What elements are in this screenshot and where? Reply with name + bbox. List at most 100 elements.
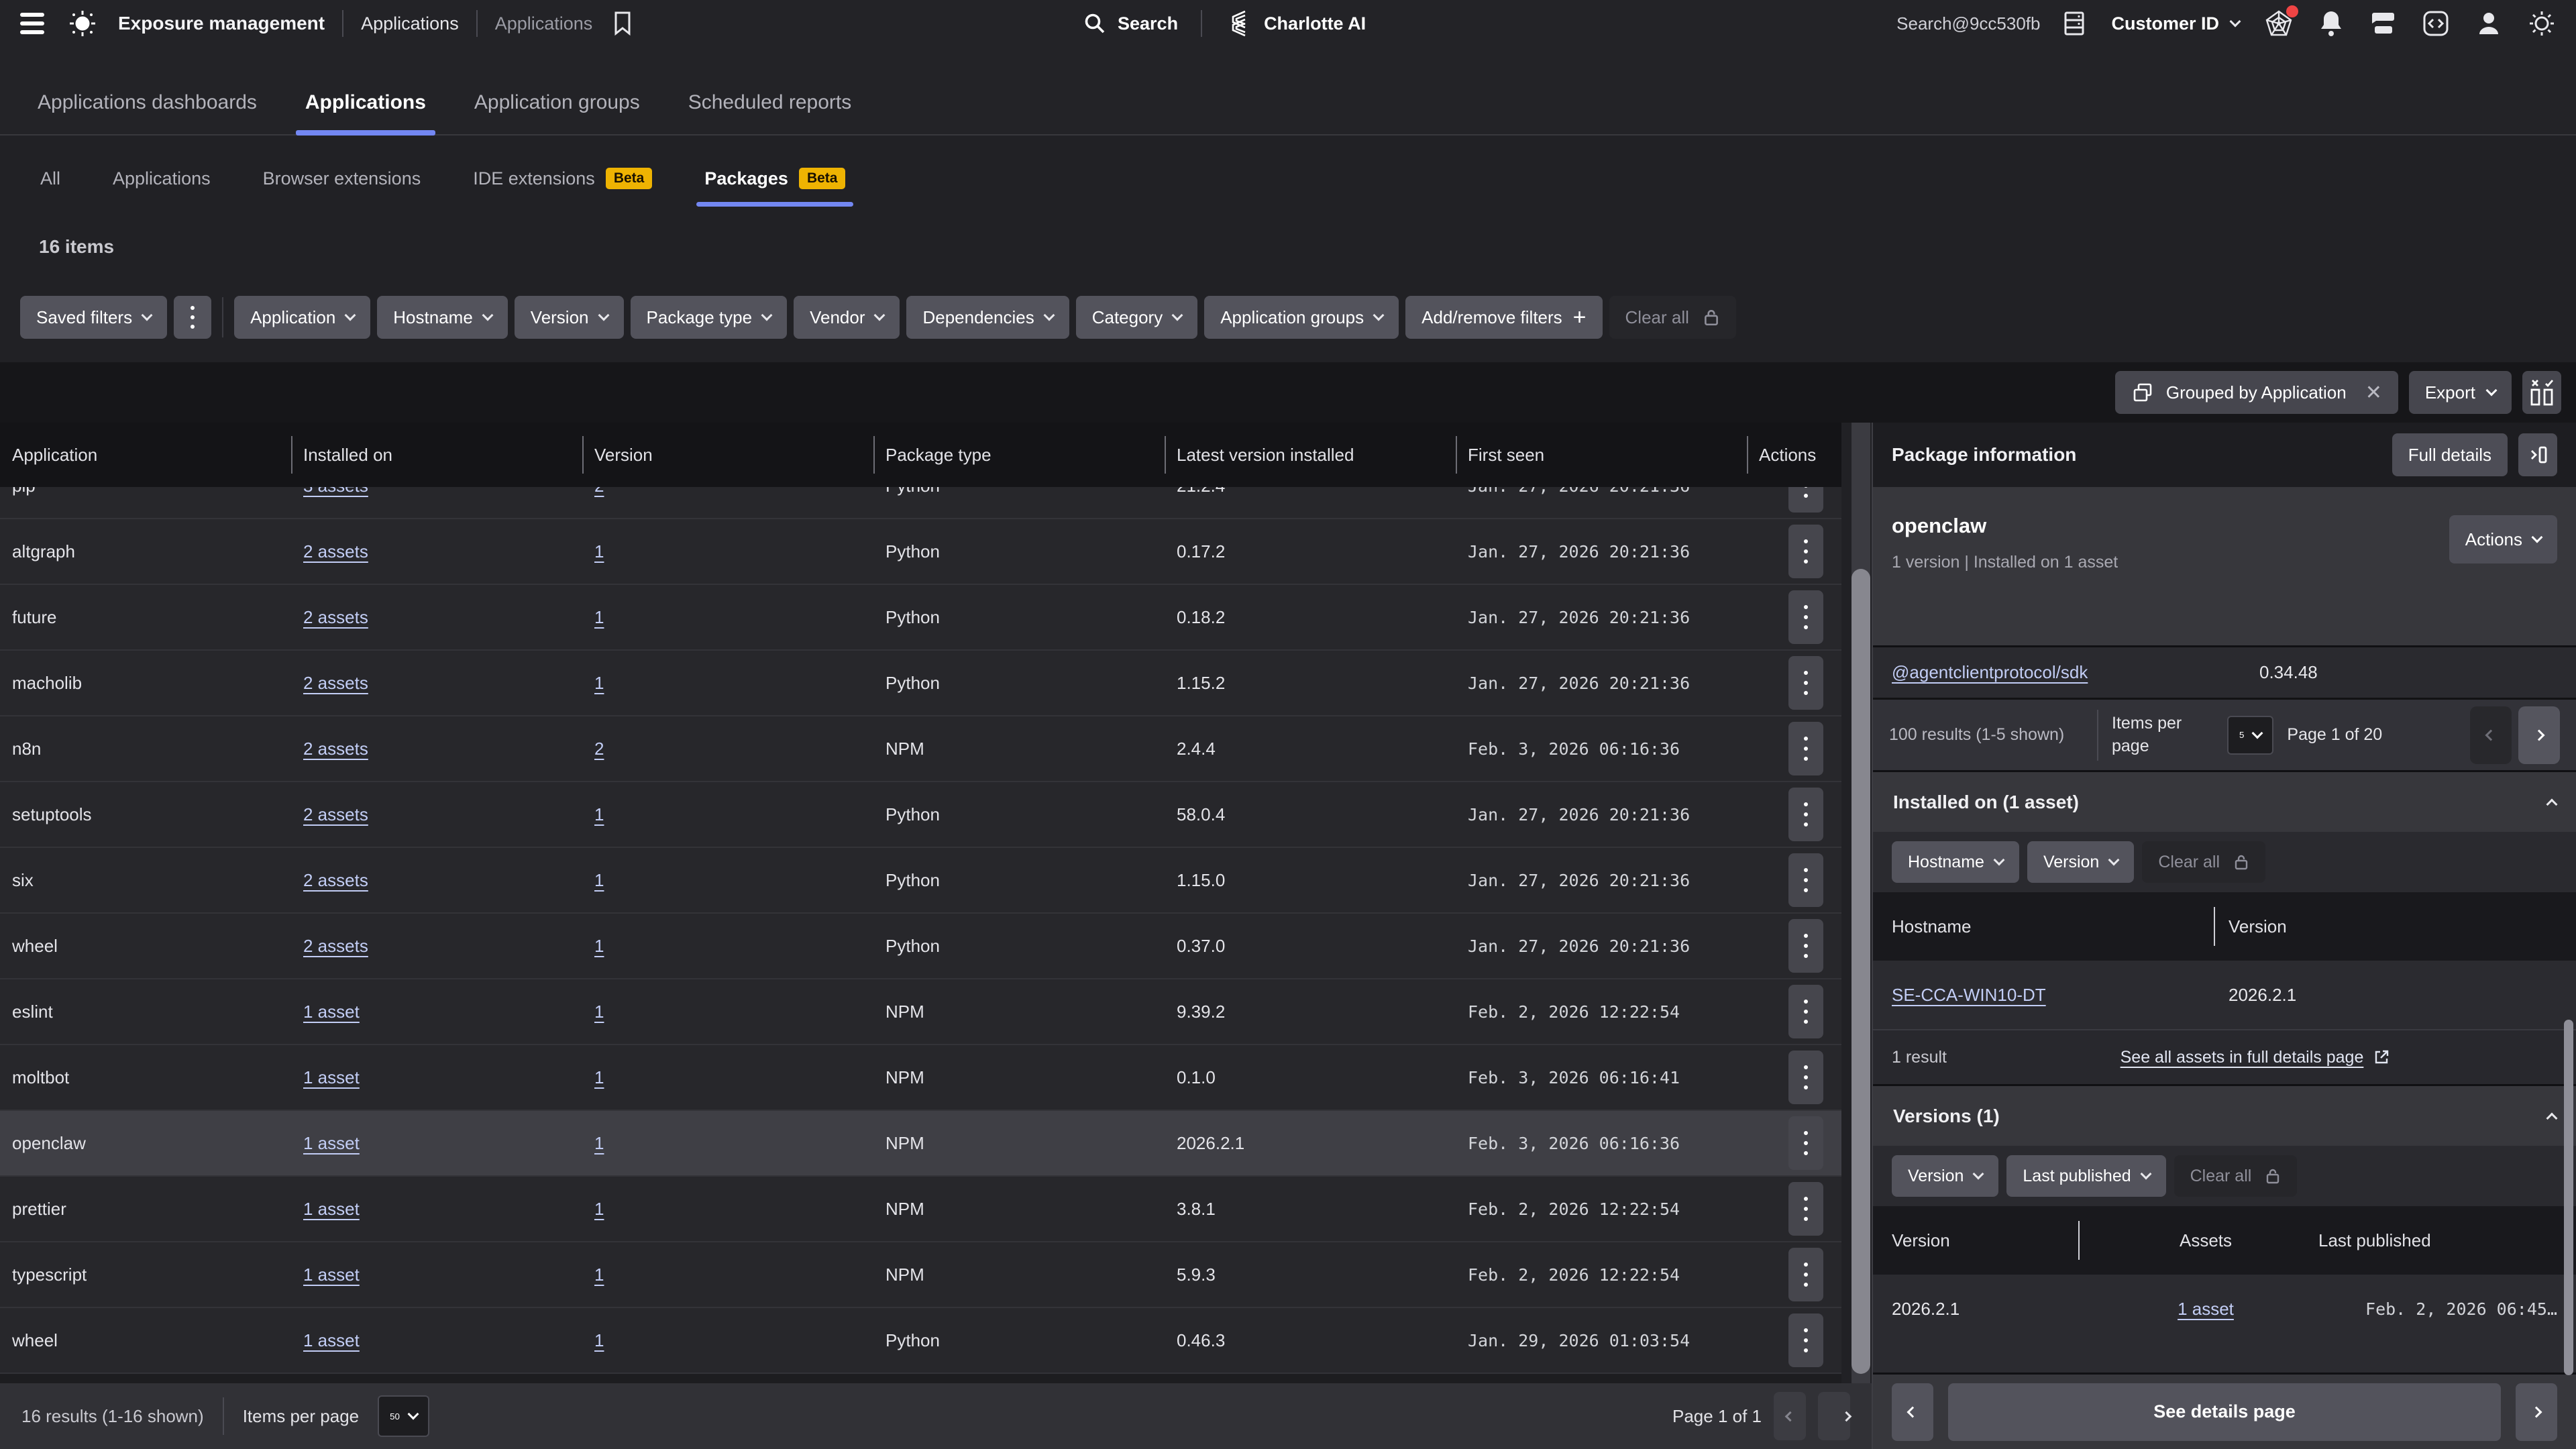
- panel-previous-page-button[interactable]: [2470, 706, 2512, 764]
- installed-on-link[interactable]: 1 asset: [303, 1265, 360, 1285]
- row-actions-menu[interactable]: [1788, 985, 1823, 1038]
- next-page-button[interactable]: [1818, 1392, 1850, 1440]
- installed-on-section-header[interactable]: Installed on (1 asset): [1873, 770, 2576, 832]
- installed-on-link[interactable]: 2 assets: [303, 739, 368, 759]
- table-scrollbar[interactable]: [1851, 423, 1870, 1383]
- column-header-version[interactable]: Version: [582, 445, 873, 466]
- panel-filter-version[interactable]: Version: [2027, 841, 2134, 883]
- version-link[interactable]: 1: [594, 1002, 604, 1022]
- assets-link[interactable]: 1 asset: [2178, 1299, 2234, 1319]
- table-row[interactable]: moltbot 1 asset 1 NPM 0.1.0 Feb. 3, 2026…: [0, 1045, 1841, 1111]
- version-link[interactable]: 1: [594, 541, 604, 561]
- row-actions-menu[interactable]: [1788, 853, 1823, 907]
- version-link[interactable]: 2: [594, 739, 604, 759]
- saved-filters-dropdown[interactable]: Saved filters: [20, 296, 167, 339]
- items-per-page-select[interactable]: 50: [378, 1395, 429, 1437]
- version-link[interactable]: 1: [594, 1199, 604, 1219]
- version-link[interactable]: 1: [594, 1265, 604, 1285]
- subtab-packages[interactable]: PackagesBeta: [704, 154, 845, 203]
- installed-on-link[interactable]: 2 assets: [303, 607, 368, 627]
- messages-icon[interactable]: [2367, 7, 2399, 40]
- installed-on-link[interactable]: 1 asset: [303, 1067, 360, 1087]
- subtab-all[interactable]: All: [40, 155, 60, 203]
- column-header-application[interactable]: Application: [0, 445, 291, 466]
- version-link[interactable]: 1: [594, 804, 604, 824]
- previous-item-button[interactable]: [1892, 1383, 1933, 1441]
- next-item-button[interactable]: [2516, 1383, 2557, 1441]
- row-actions-menu[interactable]: [1788, 590, 1823, 644]
- installed-on-link[interactable]: 1 asset: [303, 1133, 360, 1153]
- column-header-last-published[interactable]: Last published: [2318, 1230, 2557, 1251]
- panel-items-per-page-select[interactable]: 5: [2227, 716, 2273, 755]
- versions-section-header[interactable]: Versions (1): [1873, 1084, 2576, 1146]
- appliance-icon[interactable]: [2060, 7, 2088, 40]
- api-code-icon[interactable]: [2419, 7, 2453, 40]
- scrollbar-thumb[interactable]: [1851, 569, 1870, 1374]
- version-link[interactable]: 1: [594, 1133, 604, 1153]
- table-row[interactable]: wheel 1 asset 1 Python 0.46.3 Jan. 29, 2…: [0, 1308, 1841, 1374]
- panel-clear-all-button[interactable]: Clear all: [2174, 1155, 2298, 1197]
- filter-vendor[interactable]: Vendor: [794, 296, 900, 339]
- version-link[interactable]: 1: [594, 936, 604, 956]
- installed-on-link[interactable]: 1 asset: [303, 1330, 360, 1350]
- column-header-package-type[interactable]: Package type: [873, 445, 1165, 466]
- column-header-version[interactable]: Version: [1892, 1230, 2093, 1251]
- panel-clear-all-button[interactable]: Clear all: [2142, 841, 2265, 883]
- column-header-latest-version[interactable]: Latest version installed: [1165, 445, 1456, 466]
- dependency-row[interactable]: @agentclientprotocol/sdk 0.34.48: [1873, 645, 2576, 698]
- version-link[interactable]: 1: [594, 1067, 604, 1087]
- filter-package-type[interactable]: Package type: [631, 296, 788, 339]
- tab-scheduled-reports[interactable]: Scheduled reports: [688, 91, 852, 134]
- panel-filter-hostname[interactable]: Hostname: [1892, 841, 2019, 883]
- version-link[interactable]: 1: [594, 870, 604, 890]
- row-actions-menu[interactable]: [1788, 656, 1823, 710]
- filter-options-menu[interactable]: [174, 296, 211, 339]
- subtab-browser-extensions[interactable]: Browser extensions: [263, 155, 421, 203]
- table-row-selected[interactable]: openclaw 1 asset 1 NPM 2026.2.1 Feb. 3, …: [0, 1111, 1841, 1177]
- installed-on-link[interactable]: 2 assets: [303, 936, 368, 956]
- table-row[interactable]: typescript 1 asset 1 NPM 5.9.3 Feb. 2, 2…: [0, 1242, 1841, 1308]
- package-actions-dropdown[interactable]: Actions: [2449, 515, 2557, 564]
- menu-icon[interactable]: [17, 9, 47, 38]
- installed-on-link[interactable]: 2 assets: [303, 804, 368, 824]
- hostname-link[interactable]: SE-CCA-WIN10-DT: [1892, 985, 2046, 1005]
- export-button[interactable]: Export: [2409, 371, 2512, 414]
- add-remove-filters-button[interactable]: Add/remove filters+: [1405, 296, 1602, 339]
- charlotte-ai-button[interactable]: Charlotte AI: [1222, 6, 1368, 41]
- table-row[interactable]: six 2 assets 1 Python 1.15.0 Jan. 27, 20…: [0, 848, 1841, 914]
- column-header-version[interactable]: Version: [2229, 916, 2287, 937]
- tab-applications[interactable]: Applications: [305, 91, 426, 134]
- row-actions-menu[interactable]: [1788, 1182, 1823, 1236]
- collapse-section-icon[interactable]: [2546, 798, 2558, 810]
- see-details-page-button[interactable]: See details page: [1948, 1383, 2501, 1441]
- installed-on-link[interactable]: 2 assets: [303, 673, 368, 693]
- table-row[interactable]: eslint 1 asset 1 NPM 9.39.2 Feb. 2, 2026…: [0, 979, 1841, 1045]
- collapse-section-icon[interactable]: [2546, 1112, 2558, 1124]
- subtab-ide-extensions[interactable]: IDE extensionsBeta: [473, 154, 652, 203]
- row-actions-menu[interactable]: [1788, 788, 1823, 841]
- grouped-by-chip[interactable]: Grouped by Application ✕: [2115, 371, 2398, 414]
- panel-filter-version2[interactable]: Version: [1892, 1155, 1998, 1197]
- bookmark-icon[interactable]: [610, 8, 635, 39]
- table-row[interactable]: altgraph 2 assets 1 Python 0.17.2 Jan. 2…: [0, 519, 1841, 585]
- filter-version[interactable]: Version: [515, 296, 624, 339]
- see-all-assets-link[interactable]: See all assets in full details page: [2121, 1048, 2391, 1067]
- row-actions-menu[interactable]: [1788, 1313, 1823, 1367]
- installed-on-table-row[interactable]: SE-CCA-WIN10-DT 2026.2.1: [1873, 961, 2576, 1029]
- full-details-button[interactable]: Full details: [2392, 433, 2508, 476]
- row-actions-menu[interactable]: [1788, 1248, 1823, 1301]
- table-row[interactable]: wheel 2 assets 1 Python 0.37.0 Jan. 27, …: [0, 914, 1841, 979]
- version-link[interactable]: 2: [594, 487, 604, 496]
- column-header-assets[interactable]: Assets: [2093, 1230, 2318, 1251]
- clear-all-filters-button[interactable]: Clear all: [1609, 296, 1736, 339]
- filter-dependencies[interactable]: Dependencies: [906, 296, 1069, 339]
- search-button[interactable]: Search: [1080, 9, 1181, 38]
- collapse-panel-button[interactable]: [2518, 433, 2557, 476]
- table-row[interactable]: prettier 1 asset 1 NPM 3.8.1 Feb. 2, 202…: [0, 1177, 1841, 1242]
- subtab-applications[interactable]: Applications: [113, 155, 211, 203]
- tab-applications-dashboards[interactable]: Applications dashboards: [38, 91, 257, 134]
- dependency-link[interactable]: @agentclientprotocol/sdk: [1892, 662, 2088, 682]
- notifications-bell-icon[interactable]: [2316, 7, 2347, 40]
- version-link[interactable]: 1: [594, 673, 604, 693]
- row-actions-menu[interactable]: [1788, 1051, 1823, 1104]
